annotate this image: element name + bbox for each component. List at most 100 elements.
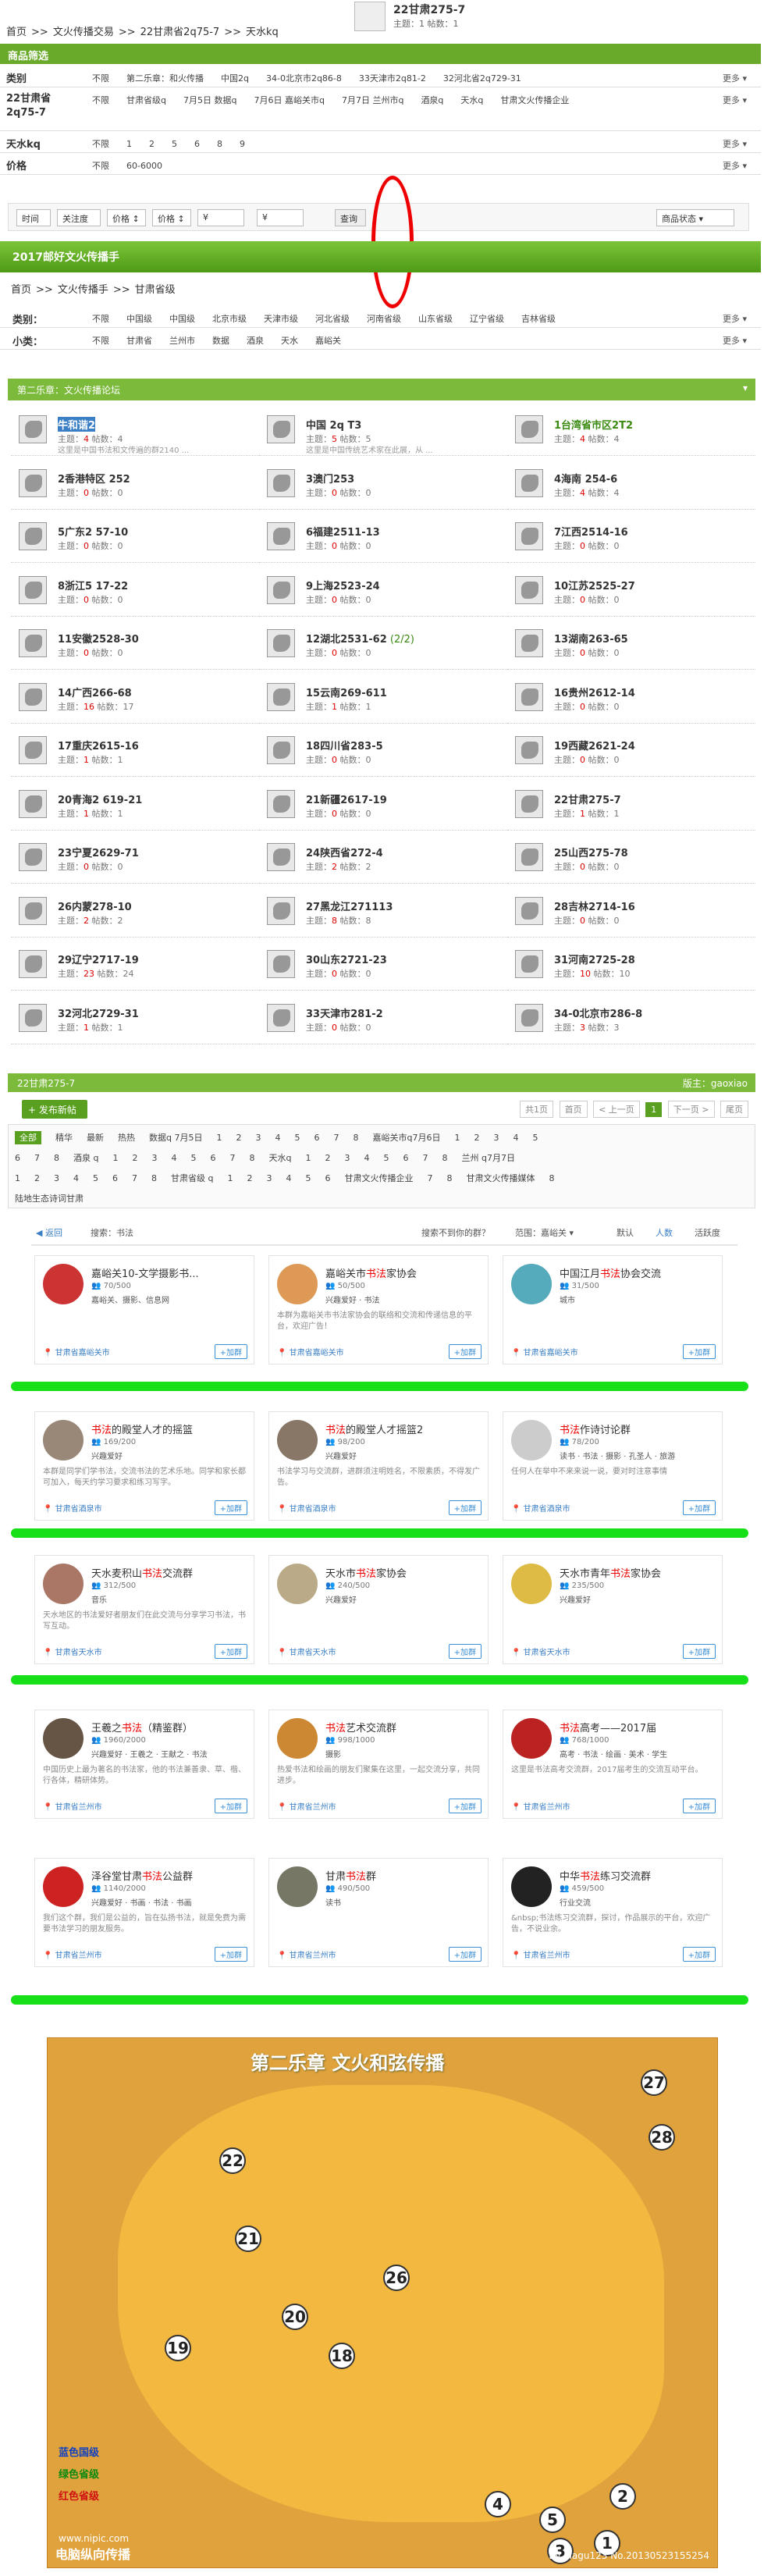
join-group-button[interactable]: +加群 [682,1500,716,1515]
pager-last[interactable]: 尾页 [720,1101,748,1118]
breadcrumb-link[interactable]: 天水kq [246,27,279,38]
back-link[interactable]: ◀ 返回 [36,1226,62,1239]
category-option[interactable]: 辽宁省级 [470,314,504,324]
board-name[interactable]: 4海南 254-6 [554,471,617,486]
filter-option[interactable]: 中国2q [221,73,249,84]
forum-board[interactable]: 3澳门253 主题：0 帖数：0 [259,458,507,510]
board-name[interactable]: 14广西266-68 [58,685,132,699]
group-card[interactable]: 中华书法练习交流群 👥 459/500 行业交流 &nbsp;书法练习交流群，探讨，作… [503,1858,723,1967]
tag-filter[interactable]: 1 [305,1153,311,1163]
board-name[interactable]: 32河北2729-31 [58,1005,139,1020]
forum-board[interactable]: 2香港特区 252 主题：0 帖数：0 [11,458,259,510]
board-name[interactable]: 30山东2721-23 [306,952,387,966]
price-from-input[interactable]: ¥ [197,209,244,226]
forum-board[interactable]: 29辽宁2717-19 主题：23 帖数：24 [11,939,259,991]
group-card[interactable]: 王羲之书法（精鉴群） 👥 1960/2000 兴趣爱好 · 王羲之 · 王献之 · … [34,1710,254,1819]
status-select[interactable]: 商品状态 ▾ [656,209,734,226]
forum-board[interactable]: 30山东2721-23 主题：0 帖数：0 [259,939,507,991]
group-name[interactable]: 书法的殿堂人才的摇篮 [91,1421,193,1436]
board-name[interactable]: 23宁夏2629-71 [58,845,139,859]
price-sort-asc[interactable]: 价格 ↕ [107,209,146,226]
tag-filter[interactable]: 3 [151,1153,157,1163]
board-name[interactable]: 26内蒙278-10 [58,898,132,913]
tag-filter[interactable]: 2 [236,1133,241,1143]
filter-option[interactable]: 第二乐章：和火传播 [126,73,204,84]
board-name[interactable]: 21新疆2617-19 [306,792,387,806]
breadcrumb-link[interactable]: 22甘肃省2q75-7 [140,27,220,38]
tag-filter[interactable]: 2 [34,1173,40,1183]
forum-board[interactable]: 10江苏2525-27 主题：0 帖数：0 [507,565,755,617]
forum-board[interactable]: 8浙江5 17-22 主题：0 帖数：0 [11,565,259,617]
join-group-button[interactable]: +加群 [448,1947,481,1962]
focus-sort-button[interactable]: 关注度 [57,209,101,226]
tag-filter[interactable]: 5 [93,1173,98,1183]
forum-board[interactable]: 牛和谐2 主题：4 帖数：4 这里是中国书法和文传遍的群2140 ... [11,404,259,456]
tag-filter[interactable]: 5 [383,1153,389,1163]
board-name[interactable]: 5广东2 57-10 [58,524,128,539]
tag-filter[interactable]: 8 [151,1173,157,1183]
category-option[interactable]: 不限 [92,336,109,346]
group-name[interactable]: 书法作诗讨论群 [560,1421,631,1436]
board-name[interactable]: 31河南2725-28 [554,952,635,966]
tag-filter[interactable]: 8 [54,1153,59,1163]
board-name[interactable]: 13湖南263-65 [554,631,628,646]
filter-option[interactable]: 不限 [92,139,109,149]
forum-board[interactable]: 9上海2523-24 主题：0 帖数：0 [259,565,507,617]
join-group-button[interactable]: +加群 [448,1344,481,1359]
forum-board[interactable]: 31河南2725-28 主题：10 帖数：10 [507,939,755,991]
group-name[interactable]: 书法艺术交流群 [325,1720,396,1735]
tag-filter[interactable]: 4 [275,1133,280,1143]
tag-filter[interactable]: 甘肃省级 q [171,1173,213,1183]
filter-option[interactable]: 6 [194,139,200,149]
join-group-button[interactable]: +加群 [448,1500,481,1515]
tag-filter[interactable]: 8 [353,1133,358,1143]
group-card[interactable]: 书法作诗讨论群 👥 78/200 读书 · 书法 · 摄影 · 孔圣人 · 旅游 任何… [503,1411,723,1521]
tag-filter[interactable]: 6 [314,1133,319,1143]
tag-filter[interactable]: 5 [294,1133,300,1143]
tag-filter[interactable]: 3 [54,1173,59,1183]
more-dropdown[interactable]: 更多 ▾ [723,312,747,325]
tag-filter[interactable]: 3 [344,1153,350,1163]
forum-board[interactable]: 34-0北京市286-8 主题：3 帖数：3 [507,993,755,1044]
group-name[interactable]: 书法高考——2017届 [560,1720,656,1735]
tag-filter[interactable]: 数据q 7月5日 [149,1133,202,1143]
tag-filter[interactable]: 7 [422,1153,428,1163]
join-group-button[interactable]: +加群 [214,1947,247,1962]
tag-filter[interactable]: 8 [446,1173,452,1183]
board-name[interactable]: 24陕西省272-4 [306,845,383,859]
board-name[interactable]: 2香港特区 252 [58,471,130,486]
board-name[interactable]: 7江西2514-16 [554,524,628,539]
price-sort-desc[interactable]: 价格 ↕ [152,209,191,226]
tag-filter[interactable]: 8 [249,1153,254,1163]
group-card[interactable]: 书法高考——2017届 👥 768/1000 高考 · 书法 · 绘画 · 美术 ·… [503,1710,723,1819]
group-name[interactable]: 中华书法练习交流群 [560,1868,651,1883]
board-name[interactable]: 20青海2 619-21 [58,792,142,806]
tag-filter[interactable]: 甘肃文火传播媒体 [466,1173,535,1183]
tag-filter[interactable]: 最新 [87,1133,104,1143]
forum-board[interactable]: 13湖南263-65 主题：0 帖数：0 [507,618,755,670]
tag-filter[interactable]: 4 [171,1153,176,1163]
more-dropdown[interactable]: 更多 ▾ [723,94,747,106]
group-name[interactable]: 天水麦积山书法交流群 [91,1565,193,1580]
forum-board[interactable]: 7江西2514-16 主题：0 帖数：0 [507,511,755,563]
forum-board[interactable]: 12湖北2531-62 (2/2) 主题：0 帖数：0 [259,618,507,670]
forum-board[interactable]: 16贵州2612-14 主题：0 帖数：0 [507,672,755,724]
forum-board[interactable]: 15云南269-611 主题：1 帖数：1 [259,672,507,724]
breadcrumb-link[interactable]: 文火传播交易 [53,27,114,38]
tag-filter[interactable]: 7 [427,1173,432,1183]
filter-option[interactable]: 9 [240,139,245,149]
group-card[interactable]: 天水市青年书法家协会 👥 235/500 兴趣爱好 📍 甘肃省天水市 +加群 [503,1555,723,1664]
tag-filter[interactable]: 1 [227,1173,233,1183]
forum-board[interactable]: 33天津市281-2 主题：0 帖数：0 [259,993,507,1044]
group-card[interactable]: 书法的殿堂人才的摇篮 👥 169/200 兴趣爱好 本群是同学们学书法，交流书法的艺术… [34,1411,254,1521]
join-group-button[interactable]: +加群 [448,1644,481,1659]
tag-filter[interactable]: 1 [112,1153,118,1163]
filter-option[interactable]: 不限 [92,73,109,84]
category-option[interactable]: 数据 [212,336,229,346]
breadcrumb-link[interactable]: 文火传播手 [58,284,108,296]
query-button[interactable]: 查询 [335,209,366,226]
forum-board[interactable]: 26内蒙278-10 主题：2 帖数：2 [11,886,259,938]
filter-option[interactable]: 5 [172,139,177,149]
more-dropdown[interactable]: 更多 ▾ [723,72,747,84]
board-name[interactable]: 33天津市281-2 [306,1005,383,1020]
